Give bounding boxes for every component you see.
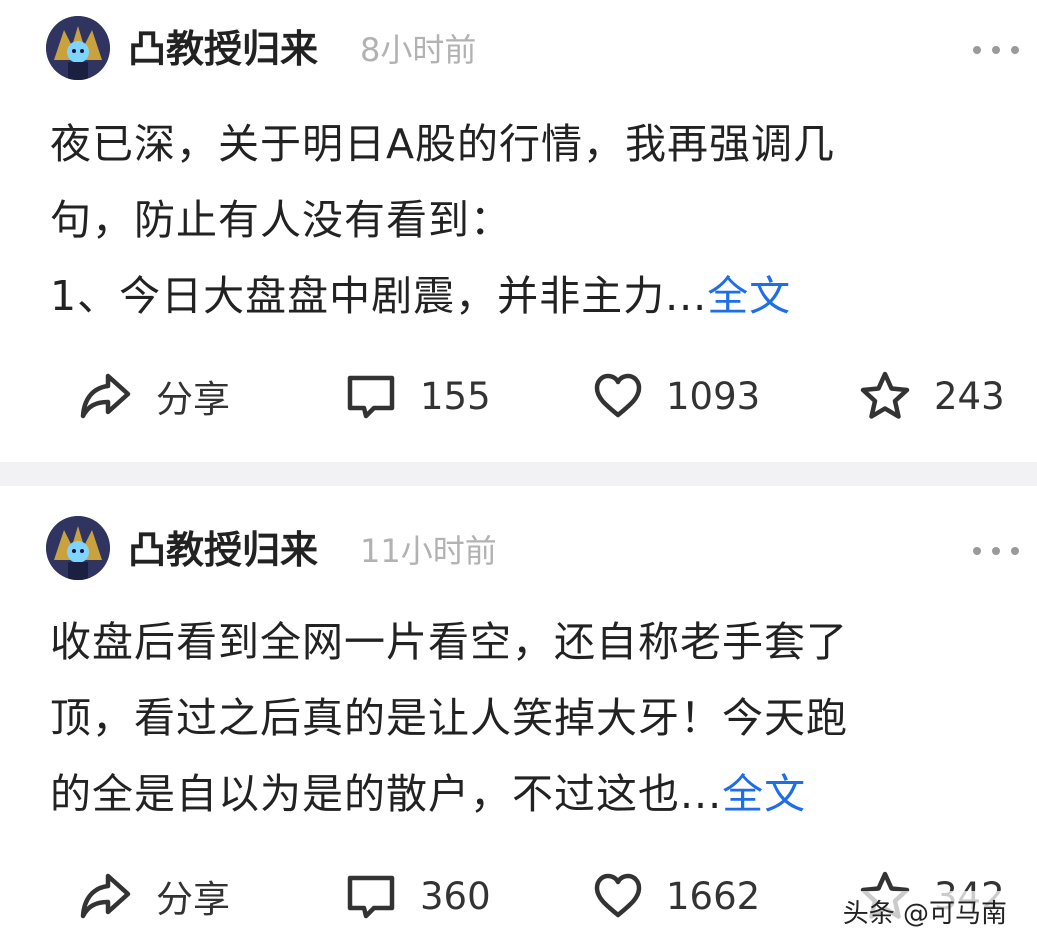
post-text-line: 收盘后看到全网一片看空，还自称老手套了 — [50, 618, 848, 666]
post-text-line: 的全是自以为是的散户，不过这也... — [50, 770, 723, 818]
post-card: 凸教授归来 8小时前 夜已深，关于明日A股的行情，我再强调几 句，防止有人没有看… — [0, 0, 1037, 462]
full-text-link[interactable]: 全文 — [707, 272, 791, 320]
share-label: 分享 — [156, 878, 230, 921]
like-button[interactable]: 1093 — [592, 366, 760, 426]
favorite-count: 243 — [934, 374, 1005, 418]
post-text-line: 句，防止有人没有看到： — [50, 196, 512, 244]
favorite-button[interactable]: 243 — [858, 366, 1005, 426]
full-text-link[interactable]: 全文 — [722, 770, 806, 818]
post-text-line: 夜已深，关于明日A股的行情，我再强调几 — [50, 120, 836, 168]
author-avatar[interactable] — [46, 16, 110, 80]
post-time: 11小时前 — [360, 532, 497, 570]
post-time: 8小时前 — [360, 31, 477, 69]
author-name[interactable]: 凸教授归来 — [128, 27, 318, 71]
more-dots-icon[interactable] — [973, 541, 1019, 561]
post-divider — [0, 462, 1037, 486]
like-count: 1093 — [666, 374, 761, 418]
comment-button[interactable]: 155 — [344, 366, 491, 426]
comment-count: 360 — [420, 874, 491, 918]
author-avatar[interactable] — [46, 516, 110, 580]
post-text-line: 1、今日大盘盘中剧震，并非主力... — [50, 272, 708, 320]
watermark: 头条 @可马南 — [836, 891, 1013, 932]
share-button[interactable]: 分享 — [78, 366, 230, 426]
action-bar: 分享 155 1093 243 — [0, 366, 1037, 426]
share-button[interactable]: 分享 — [78, 866, 230, 926]
post-text: 收盘后看到全网一片看空，还自称老手套了 顶，看过之后真的是让人笑掉大牙！今天跑 … — [50, 604, 1010, 832]
comment-button[interactable]: 360 — [344, 866, 491, 926]
comment-bubble-icon — [347, 875, 395, 919]
post-card: 凸教授归来 11小时前 收盘后看到全网一片看空，还自称老手套了 顶，看过之后真的… — [0, 486, 1037, 952]
comment-count: 155 — [420, 374, 491, 418]
like-count: 1662 — [666, 874, 761, 918]
share-label: 分享 — [156, 378, 230, 421]
heart-icon — [594, 873, 642, 918]
comment-bubble-icon — [347, 375, 395, 419]
post-text: 夜已深，关于明日A股的行情，我再强调几 句，防止有人没有看到： 1、今日大盘盘中… — [50, 106, 1010, 334]
author-name[interactable]: 凸教授归来 — [128, 528, 318, 572]
like-button[interactable]: 1662 — [592, 866, 760, 926]
more-dots-icon[interactable] — [973, 40, 1019, 60]
share-arrow-icon — [80, 873, 131, 919]
heart-icon — [594, 373, 642, 418]
share-arrow-icon — [80, 373, 131, 419]
post-text-line: 顶，看过之后真的是让人笑掉大牙！今天跑 — [50, 694, 848, 742]
star-icon — [860, 371, 910, 419]
